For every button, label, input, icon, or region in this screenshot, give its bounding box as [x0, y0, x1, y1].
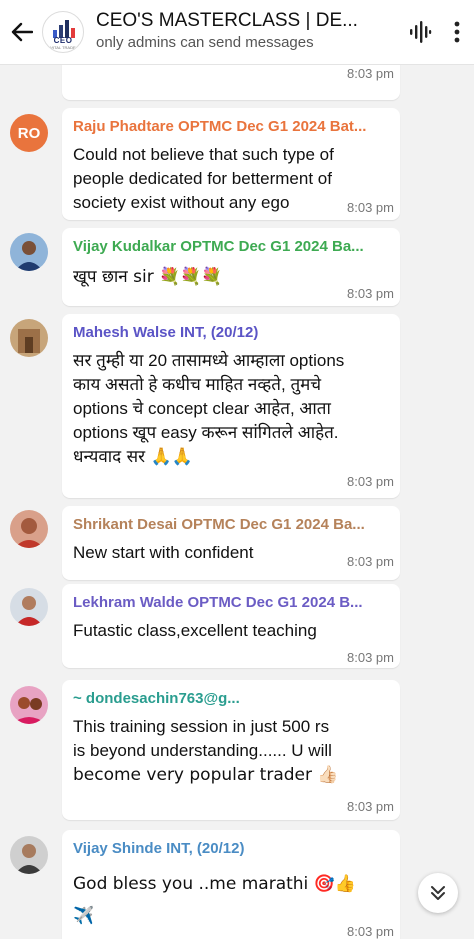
- message-bubble[interactable]: Vijay Shinde INT, (20/12) God bless you …: [62, 830, 400, 939]
- avatar[interactable]: RO: [10, 114, 48, 152]
- avatar[interactable]: [10, 686, 48, 724]
- group-avatar[interactable]: CEO VITAL TRADE: [42, 11, 84, 53]
- message-bubble[interactable]: Mahesh Walse INT, (20/12) सर तुम्ही या 2…: [62, 314, 400, 498]
- bar-chart-icon: [53, 18, 75, 38]
- back-arrow-icon[interactable]: [2, 0, 42, 64]
- message-text: Futastic class,excellent teaching: [73, 621, 317, 640]
- message-time: 8:03 pm: [347, 650, 394, 665]
- message-line: options खूप easy करून सांगितले आहेत.: [73, 423, 339, 442]
- message-bubble[interactable]: Vijay Kudalkar OPTMC Dec G1 2024 Ba... ख…: [62, 228, 400, 306]
- message-list[interactable]: 8:03 pm RO Raju Phadtare OPTMC Dec G1 20…: [0, 50, 474, 939]
- message-line: people dedicated for betterment of: [73, 169, 332, 188]
- message-line: This training session in just 500 rs: [73, 717, 330, 736]
- message-time: 8:03 pm: [347, 924, 394, 939]
- sender-name[interactable]: Vijay Shinde INT, (20/12): [73, 840, 393, 857]
- message-time: 8:03 pm: [347, 799, 394, 814]
- chat-header: CEO VITAL TRADE CEO'S MASTERCLASS | DE..…: [0, 0, 474, 64]
- scroll-to-bottom-button[interactable]: [418, 873, 458, 913]
- message-bubble[interactable]: ~ dondesachin763@g... This training sess…: [62, 680, 400, 820]
- double-chevron-down-icon: [431, 886, 445, 900]
- message-line: society exist without any ego: [73, 193, 290, 212]
- voice-chat-icon[interactable]: [400, 0, 440, 64]
- sender-name[interactable]: Raju Phadtare OPTMC Dec G1 2024 Bat...: [73, 118, 393, 135]
- avatar[interactable]: [10, 588, 48, 626]
- message-line: ✈️: [73, 906, 95, 926]
- header-title-block[interactable]: CEO'S MASTERCLASS | DE... only admins ca…: [96, 10, 400, 54]
- message-line: options चे concept clear आहेत, आता: [73, 399, 331, 418]
- group-title: CEO'S MASTERCLASS | DE...: [96, 10, 358, 31]
- message-text: New start with confident: [73, 543, 254, 562]
- message-line: धन्यवाद सर 🙏🙏: [73, 447, 193, 467]
- logo-subtext: VITAL TRADE: [50, 45, 76, 50]
- message-line: सर तुम्ही या 20 तासामध्ये आम्हाला option…: [73, 351, 345, 370]
- avatar[interactable]: [10, 319, 48, 357]
- avatar-initials: RO: [17, 124, 41, 142]
- message-bubble[interactable]: Lekhram Walde OPTMC Dec G1 2024 B... Fut…: [62, 584, 400, 668]
- avatar[interactable]: [10, 233, 48, 271]
- message-line: Could not believe that such type of: [73, 145, 334, 164]
- sender-name[interactable]: Lekhram Walde OPTMC Dec G1 2024 B...: [73, 594, 393, 611]
- more-options-icon[interactable]: [440, 0, 474, 64]
- sender-name[interactable]: Shrikant Desai OPTMC Dec G1 2024 Ba...: [73, 516, 393, 533]
- message-bubble[interactable]: Raju Phadtare OPTMC Dec G1 2024 Bat... C…: [62, 108, 400, 220]
- message-time: 8:03 pm: [347, 286, 394, 301]
- avatar[interactable]: [10, 510, 48, 548]
- sender-name[interactable]: Mahesh Walse INT, (20/12): [73, 324, 393, 341]
- message-time: 8:03 pm: [347, 200, 394, 215]
- message-line: is beyond understanding...... U will: [73, 741, 332, 760]
- message-time: 8:03 pm: [347, 474, 394, 489]
- message-text: खूप छान sir 💐💐💐: [73, 267, 223, 287]
- message-line: become very popular trader 👍🏻: [73, 765, 339, 785]
- sender-name[interactable]: Vijay Kudalkar OPTMC Dec G1 2024 Ba...: [73, 238, 393, 255]
- message-line: God bless you ..me marathi 🎯👍: [73, 874, 357, 894]
- sender-name[interactable]: ~ dondesachin763@g...: [73, 690, 393, 707]
- message-time: 8:03 pm: [347, 66, 394, 81]
- group-subtitle: only admins can send messages: [96, 34, 314, 51]
- message-time: 8:03 pm: [347, 554, 394, 569]
- message-bubble[interactable]: Shrikant Desai OPTMC Dec G1 2024 Ba... N…: [62, 506, 400, 580]
- logo-text: CEO: [53, 36, 73, 45]
- avatar[interactable]: [10, 836, 48, 874]
- message-line: काय असतो हे कधीच माहित नव्हते, तुमचे: [73, 375, 322, 394]
